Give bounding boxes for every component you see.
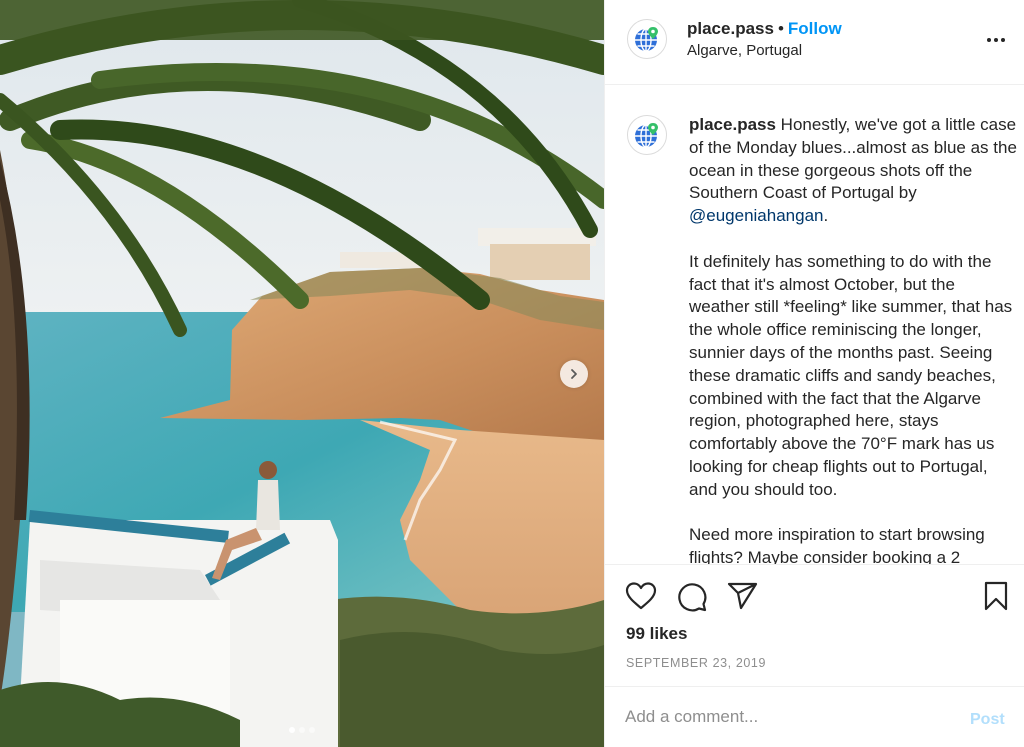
avatar[interactable] <box>627 19 667 59</box>
likes-count[interactable]: 99 likes <box>626 624 687 644</box>
caption-username-link[interactable]: place.pass <box>689 115 776 134</box>
follow-button[interactable]: Follow <box>788 19 842 38</box>
share-icon[interactable] <box>726 581 758 611</box>
separator-dot: • <box>777 19 784 38</box>
carousel-dot <box>299 727 305 733</box>
post-comment-button[interactable]: Post <box>970 711 1005 729</box>
mention-link[interactable]: @eugeniahangan <box>689 206 824 225</box>
post-header: place.pass • Follow Algarve, Portugal <box>605 0 1024 85</box>
carousel-indicator <box>0 727 604 733</box>
username-link[interactable]: place.pass <box>687 19 774 38</box>
chevron-right-icon <box>571 369 577 379</box>
comments-area[interactable]: place.pass Honestly, we've got a little … <box>605 86 1024 564</box>
beach-cliff-photo <box>0 0 604 747</box>
more-dot <box>994 38 998 42</box>
more-options-button[interactable] <box>987 30 1011 50</box>
caption-paragraph-2: It definitely has something to do with t… <box>689 251 1013 499</box>
post-photo[interactable] <box>0 0 604 747</box>
action-bar: 99 likes SEPTEMBER 23, 2019 <box>605 564 1024 686</box>
comment-icon[interactable] <box>677 582 707 612</box>
carousel-dot <box>309 727 315 733</box>
post-caption: place.pass Honestly, we've got a little … <box>689 114 1019 564</box>
carousel-dot-active <box>289 727 295 733</box>
header-title-line: place.pass • Follow <box>687 19 842 39</box>
post-date: SEPTEMBER 23, 2019 <box>626 656 767 670</box>
globe-location-icon <box>635 27 658 52</box>
more-options-icon <box>987 38 991 42</box>
caption-text-end: . <box>823 206 829 226</box>
add-comment-bar: Post <box>605 686 1024 747</box>
comment-input[interactable] <box>625 705 945 729</box>
post-detail-panel: place.pass • Follow Algarve, Portugal plac… <box>604 0 1024 747</box>
more-dot <box>1001 38 1005 42</box>
caption-paragraph-1: place.pass Honestly, we've got a little … <box>689 114 1019 228</box>
carousel-next-button[interactable] <box>560 360 588 388</box>
location-link[interactable]: Algarve, Portugal <box>687 42 802 59</box>
caption-paragraph-3: Need more inspiration to start browsing … <box>689 525 985 564</box>
caption-avatar[interactable] <box>627 115 667 155</box>
bookmark-icon[interactable] <box>983 580 1009 612</box>
heart-icon[interactable] <box>625 581 657 611</box>
globe-location-icon <box>635 123 658 148</box>
